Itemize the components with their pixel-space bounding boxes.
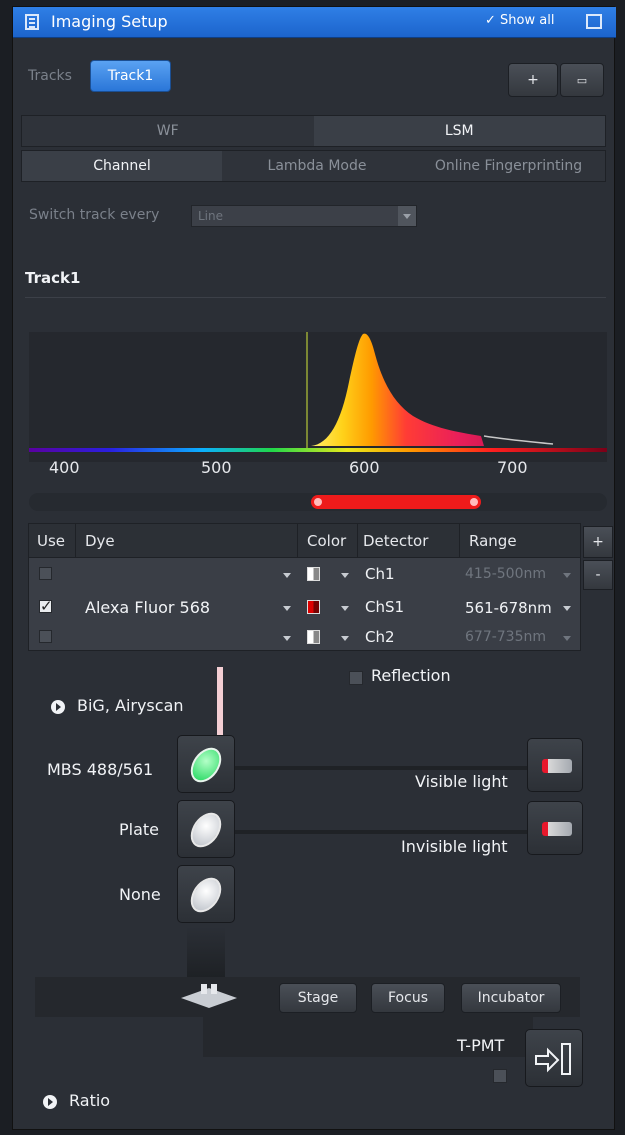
table-row: Ch2 677-735nm	[29, 622, 580, 653]
chevron-down-icon	[398, 206, 416, 226]
lamp-icon	[542, 822, 572, 836]
chevron-down-icon[interactable]	[283, 606, 291, 611]
tick-label: 600	[349, 458, 380, 477]
chevron-down-icon[interactable]	[563, 573, 571, 578]
range-value[interactable]: 677-735nm	[465, 629, 546, 645]
chevron-down-icon[interactable]	[341, 636, 349, 641]
mode-switch: WF LSM	[21, 115, 606, 147]
plate-button[interactable]	[177, 800, 235, 858]
header-use: Use	[37, 532, 66, 550]
panel-title: Imaging Setup	[51, 12, 168, 31]
divider	[25, 297, 606, 298]
expand-icon[interactable]	[43, 1095, 57, 1109]
detector-name: Ch1	[365, 565, 395, 583]
tpmt-checkbox[interactable]	[493, 1069, 507, 1083]
reflection-label: Reflection	[371, 666, 451, 685]
use-checkbox[interactable]	[39, 630, 52, 643]
switch-track-label: Switch track every	[29, 207, 160, 223]
big-airyscan-label[interactable]: BiG, Airyscan	[77, 696, 184, 715]
focus-button[interactable]: Focus	[371, 983, 445, 1013]
header-dye: Dye	[85, 532, 115, 550]
switch-track-value: Line	[198, 209, 224, 223]
detector-name: Ch2	[365, 628, 395, 646]
tick-label: 400	[49, 458, 80, 477]
table-header: Use Dye Color Detector Range	[29, 524, 580, 558]
undock-icon[interactable]	[586, 14, 602, 29]
plate-icon	[184, 806, 228, 854]
track1-button[interactable]: Track1	[90, 60, 171, 92]
range-value[interactable]: 415-500nm	[465, 566, 546, 582]
remove-channel-button[interactable]: -	[583, 560, 613, 590]
none-icon	[184, 871, 228, 919]
channel-table: Use Dye Color Detector Range Ch1 415-500…	[28, 523, 581, 651]
use-checkbox[interactable]	[39, 597, 53, 615]
filter-label: None	[119, 885, 161, 904]
add-channel-button[interactable]: +	[583, 526, 613, 558]
chevron-down-icon[interactable]	[341, 573, 349, 578]
beam-path	[223, 766, 528, 770]
spectrum-graph	[29, 332, 607, 452]
header-detector: Detector	[363, 532, 429, 550]
stage-button[interactable]: Stage	[279, 983, 357, 1013]
tracks-label: Tracks	[28, 68, 72, 84]
lamp-label: Invisible light	[401, 837, 508, 856]
chevron-down-icon[interactable]	[563, 606, 571, 611]
color-swatch[interactable]	[307, 600, 320, 614]
none-button[interactable]	[177, 865, 235, 923]
reflection-checkbox[interactable]	[349, 671, 363, 685]
lamp-label: Visible light	[415, 772, 508, 791]
imaging-setup-panel: Imaging Setup ✓ Show all Tracks Track1 +…	[12, 6, 616, 1130]
remove-track-button[interactable]: ▭	[560, 63, 604, 97]
header-range: Range	[469, 532, 517, 550]
lamp-icon	[542, 759, 572, 773]
track-heading: Track1	[25, 269, 81, 287]
chevron-down-icon[interactable]	[563, 636, 571, 641]
ratio-label[interactable]: Ratio	[69, 1091, 110, 1110]
add-track-button[interactable]: +	[508, 63, 558, 97]
color-swatch[interactable]	[307, 567, 320, 581]
detector-name: ChS1	[365, 598, 405, 616]
tab-wf[interactable]: WF	[22, 116, 314, 146]
dichroic-mirror-icon	[184, 741, 228, 789]
panel-icon	[25, 14, 39, 30]
tab-lambda-mode[interactable]: Lambda Mode	[222, 151, 412, 181]
tab-lsm[interactable]: LSM	[313, 116, 605, 146]
mbs-488-561-button[interactable]	[177, 735, 235, 793]
range-value[interactable]: 561-678nm	[465, 599, 552, 617]
title-bar: Imaging Setup ✓ Show all	[13, 7, 616, 38]
emission-range-handle[interactable]	[311, 495, 481, 509]
emission-spectrum[interactable]	[29, 332, 607, 462]
show-all-toggle[interactable]: ✓ Show all	[485, 13, 554, 28]
incubator-button[interactable]: Incubator	[461, 983, 561, 1013]
chevron-down-icon[interactable]	[283, 573, 291, 578]
expand-icon[interactable]	[51, 700, 65, 714]
dye-name[interactable]: Alexa Fluor 568	[85, 598, 210, 617]
table-row: Ch1 415-500nm	[29, 559, 580, 590]
invisible-light-button[interactable]	[527, 801, 583, 855]
stage-icon	[179, 982, 239, 1010]
filter-label: MBS 488/561	[47, 760, 154, 779]
tab-online-fingerprinting[interactable]: Online Fingerprinting	[412, 151, 605, 181]
header-color: Color	[307, 532, 347, 550]
tpmt-label: T-PMT	[457, 1036, 505, 1055]
tab-channel[interactable]: Channel	[22, 151, 222, 181]
visible-light-button[interactable]	[527, 738, 583, 792]
tpmt-button[interactable]	[525, 1029, 583, 1087]
switch-track-select[interactable]: Line	[191, 205, 417, 227]
color-swatch[interactable]	[307, 630, 320, 644]
acquisition-mode-tabs: Channel Lambda Mode Online Fingerprintin…	[21, 150, 606, 182]
table-row: Alexa Fluor 568 ChS1 561-678nm	[29, 592, 580, 623]
beam-path	[187, 927, 225, 977]
use-checkbox[interactable]	[39, 567, 52, 580]
filter-label: Plate	[119, 820, 160, 839]
enter-icon	[535, 1043, 571, 1075]
beam-path	[223, 830, 528, 834]
light-beam	[217, 667, 223, 743]
tick-label: 700	[497, 458, 528, 477]
chevron-down-icon[interactable]	[283, 636, 291, 641]
chevron-down-icon[interactable]	[341, 606, 349, 611]
tick-label: 500	[201, 458, 232, 477]
